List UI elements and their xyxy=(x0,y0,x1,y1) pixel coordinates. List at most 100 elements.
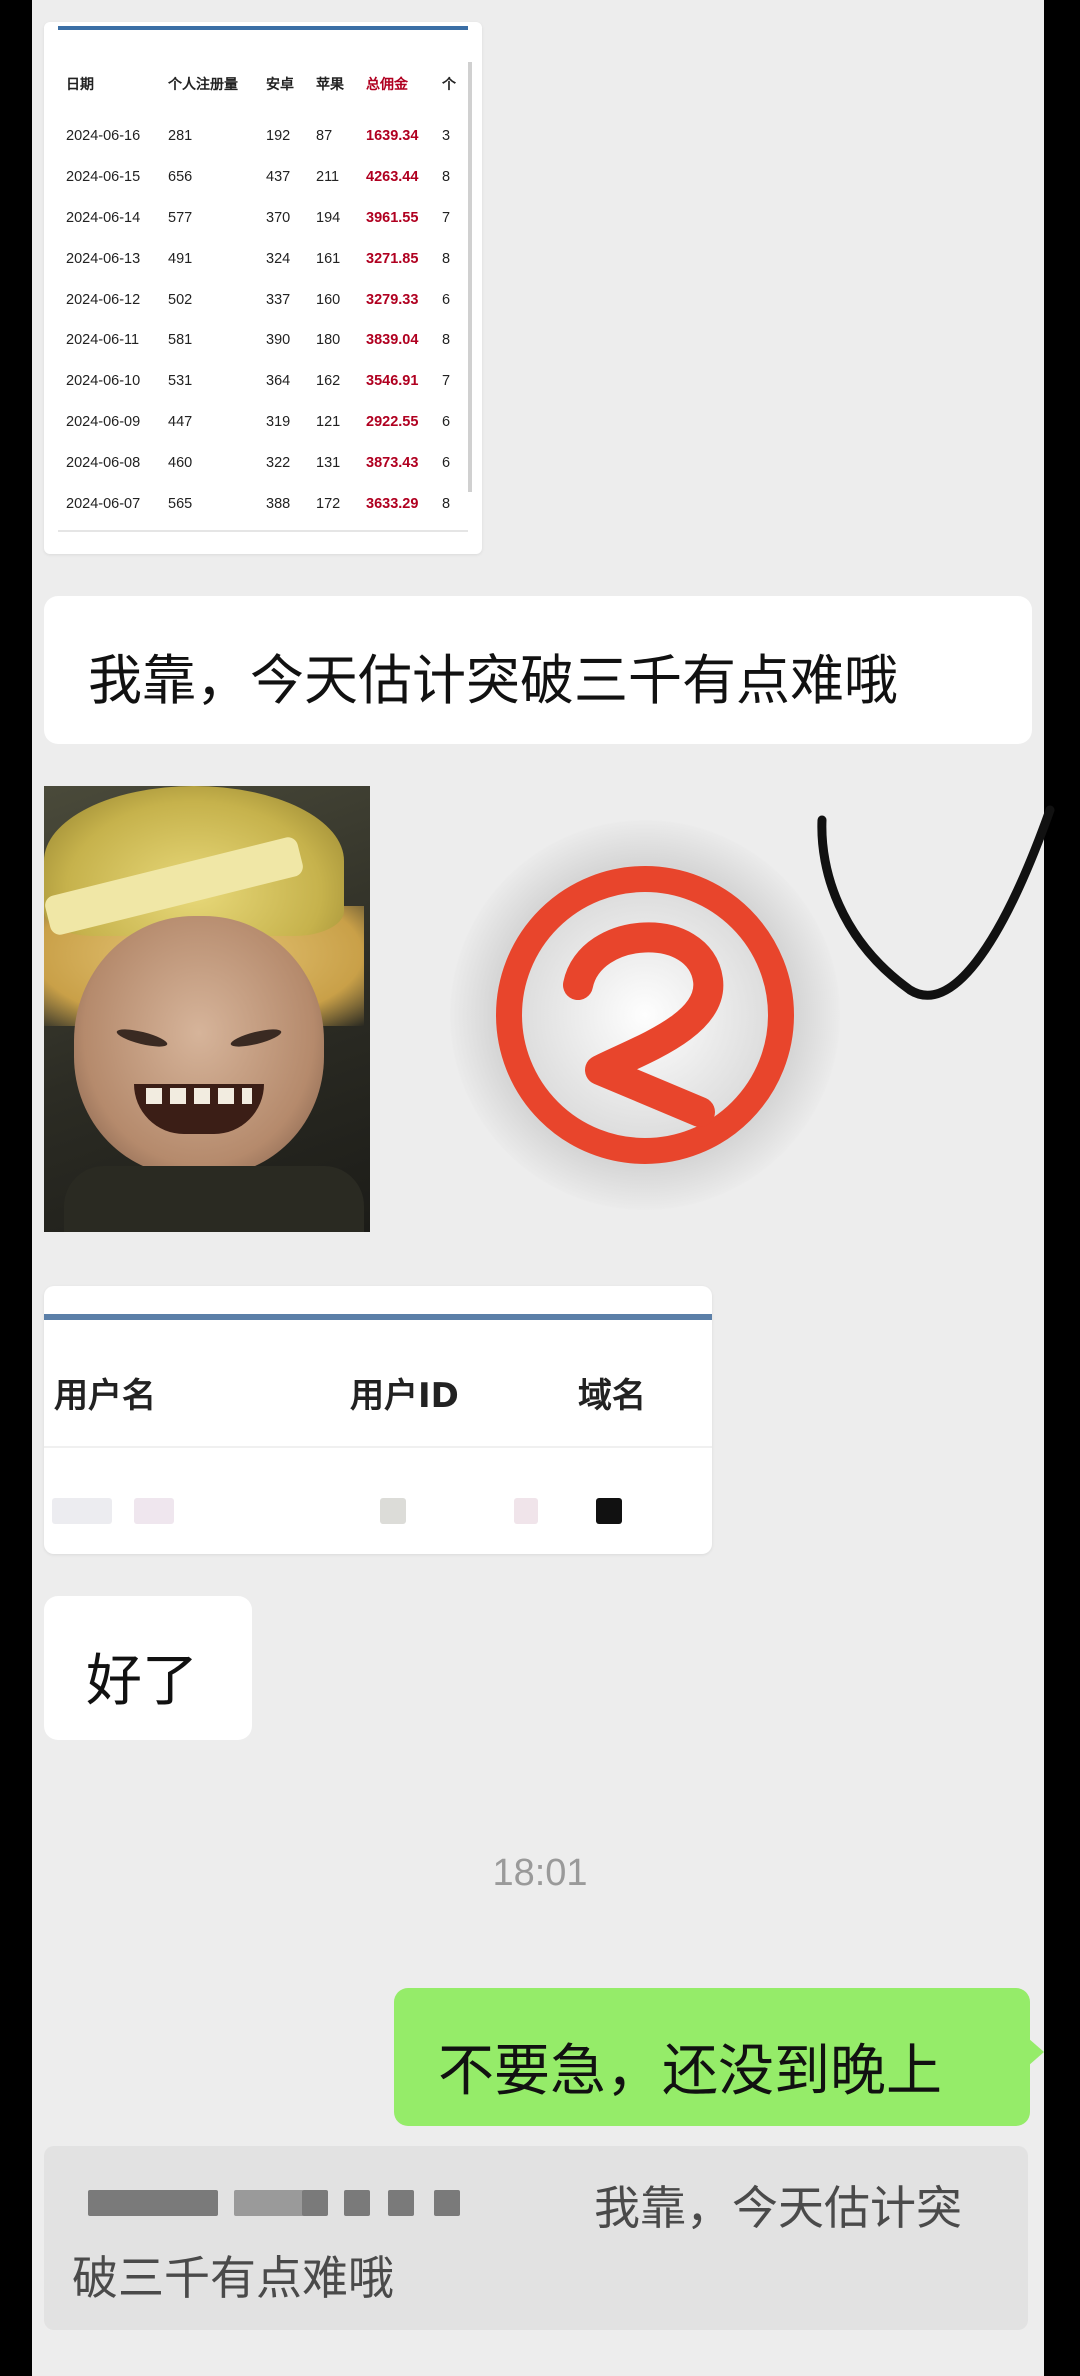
stats-cell: 565 xyxy=(168,495,193,512)
stats-cell: 388 xyxy=(266,495,291,512)
message-text: 我靠，今天估计突破三千有点难哦 xyxy=(88,649,898,712)
message-text: 不要急，还没到晚上 xyxy=(438,2039,942,2104)
stats-cell: 656 xyxy=(168,169,193,186)
stats-table-row: 2024-06-10 531 364 162 3546.91 7 xyxy=(62,361,456,402)
meme-mouth xyxy=(134,1084,264,1134)
chat-screen: 日期 个人注册量 安卓 苹果 总佣金 个 2024-06-16 281 192 87 1… xyxy=(0,0,1080,2376)
stats-table-row: 2024-06-08 460 322 131 3873.43 6 xyxy=(62,442,456,483)
stats-cell: 337 xyxy=(266,291,291,308)
stats-cell: 8 xyxy=(442,250,451,267)
stats-cell: 322 xyxy=(266,454,291,471)
stats-cell: 3 xyxy=(442,128,451,145)
redacted-user-id xyxy=(380,1498,406,1524)
stats-cell: 8 xyxy=(442,332,451,349)
col-android: 安卓 xyxy=(266,76,294,92)
stats-cell: 211 xyxy=(316,169,340,186)
redacted-username xyxy=(52,1498,112,1524)
user-table-top-border xyxy=(44,1314,712,1320)
message-text: 好了 xyxy=(86,1649,198,1714)
redacted-domain xyxy=(596,1498,622,1524)
number-2-icon[interactable] xyxy=(450,820,840,1210)
redacted-block xyxy=(434,2190,460,2216)
stats-cell: 7 xyxy=(442,209,451,226)
stats-cell: 3839.04 xyxy=(366,332,419,349)
col-commission: 总佣金 xyxy=(366,76,408,92)
quoted-text-line2: 破三千有点难哦 xyxy=(72,2251,394,2305)
table-top-border xyxy=(58,26,468,30)
stats-cell: 2024-06-11 xyxy=(66,332,140,349)
stats-cell: 577 xyxy=(168,209,193,226)
redacted-user-id-2 xyxy=(514,1498,538,1524)
col-registrations: 个人注册量 xyxy=(168,76,238,92)
stats-cell: 460 xyxy=(168,454,193,471)
table-scrollbar xyxy=(468,62,472,492)
stats-cell: 6 xyxy=(442,454,451,471)
redacted-sender-name-2 xyxy=(234,2190,304,2216)
stats-cell: 2024-06-08 xyxy=(66,454,141,471)
quoted-message[interactable]: 我靠，今天估计突 破三千有点难哦 xyxy=(44,2146,1028,2330)
col-user-id: 用户ID xyxy=(350,1376,459,1416)
stats-cell: 192 xyxy=(266,128,291,145)
redacted-sender-name xyxy=(88,2190,218,2216)
stats-cell: 447 xyxy=(168,413,193,430)
meme-teeth xyxy=(146,1088,252,1104)
stats-table: 日期 个人注册量 安卓 苹果 总佣金 个 2024-06-16 281 192 87 1… xyxy=(62,52,456,524)
received-message-bubble[interactable]: 我靠，今天估计突破三千有点难哦 xyxy=(44,596,1032,744)
stats-cell: 2024-06-16 xyxy=(66,128,141,145)
stats-cell: 162 xyxy=(316,373,341,390)
sent-message-bubble[interactable]: 不要急，还没到晚上 xyxy=(394,1988,1044,2126)
redacted-block xyxy=(344,2190,370,2216)
table-footer-line xyxy=(58,530,468,532)
stats-cell: 370 xyxy=(266,209,291,226)
stats-cell: 1639.34 xyxy=(366,128,419,145)
meme-face xyxy=(74,916,324,1176)
stats-cell: 281 xyxy=(168,128,193,145)
stats-cell: 437 xyxy=(266,169,291,186)
stats-cell: 324 xyxy=(266,250,291,267)
bubble-tail xyxy=(1028,2038,1044,2066)
stats-table-row: 2024-06-12 502 337 160 3279.33 6 xyxy=(62,279,456,320)
stats-cell: 3279.33 xyxy=(366,291,419,308)
received-message-bubble[interactable]: 好了 xyxy=(44,1596,252,1740)
stats-cell: 3873.43 xyxy=(366,454,419,471)
redacted-block xyxy=(302,2190,328,2216)
stats-cell: 531 xyxy=(168,373,193,390)
stats-cell: 2024-06-09 xyxy=(66,413,141,430)
stats-cell: 160 xyxy=(316,291,341,308)
col-truncated: 个 xyxy=(442,76,456,92)
stats-cell: 87 xyxy=(316,128,333,145)
stats-cell: 8 xyxy=(442,169,451,186)
quoted-text-line1: 我靠，今天估计突 xyxy=(594,2181,962,2235)
meme-eye-left xyxy=(115,1025,169,1051)
stats-cell: 2922.55 xyxy=(366,413,419,430)
stats-cell: 194 xyxy=(316,209,341,226)
stats-cell: 8 xyxy=(442,495,451,512)
handdrawn-check-mark xyxy=(817,805,1055,1000)
redacted-username-2 xyxy=(134,1498,174,1524)
stats-header-row: 日期 个人注册量 安卓 苹果 总佣金 个 xyxy=(62,52,456,116)
stats-cell: 3961.55 xyxy=(366,209,419,226)
stats-cell: 121 xyxy=(316,413,341,430)
stats-table-row: 2024-06-14 577 370 194 3961.55 7 xyxy=(62,198,456,239)
stats-cell: 161 xyxy=(316,250,341,267)
stats-cell: 6 xyxy=(442,413,451,430)
stats-table-row: 2024-06-16 281 192 87 1639.34 3 xyxy=(62,116,456,157)
stats-table-row: 2024-06-07 565 388 172 3633.29 8 xyxy=(62,483,456,524)
meme-body xyxy=(64,1166,364,1232)
stats-cell: 7 xyxy=(442,373,451,390)
message-timestamp: 18:01 xyxy=(492,1852,588,1894)
col-domain: 域名 xyxy=(578,1376,646,1416)
user-table-divider xyxy=(44,1446,712,1448)
stats-cell: 4263.44 xyxy=(366,169,419,186)
stats-cell: 3633.29 xyxy=(366,495,419,512)
stats-cell: 6 xyxy=(442,291,451,308)
crying-meme-image[interactable] xyxy=(44,786,370,1232)
stats-screenshot-image[interactable]: 日期 个人注册量 安卓 苹果 总佣金 个 2024-06-16 281 192 87 1… xyxy=(44,22,482,554)
stats-cell: 2024-06-12 xyxy=(66,291,141,308)
stats-table-row: 2024-06-09 447 319 121 2922.55 6 xyxy=(62,402,456,443)
stats-cell: 491 xyxy=(168,250,193,267)
stats-table-row: 2024-06-15 656 437 211 4263.44 8 xyxy=(62,157,456,198)
user-info-screenshot-image[interactable]: 用户名 用户ID 域名 xyxy=(44,1286,712,1554)
stats-table-row: 2024-06-13 491 324 161 3271.85 8 xyxy=(62,238,456,279)
stats-cell: 2024-06-14 xyxy=(66,209,141,226)
